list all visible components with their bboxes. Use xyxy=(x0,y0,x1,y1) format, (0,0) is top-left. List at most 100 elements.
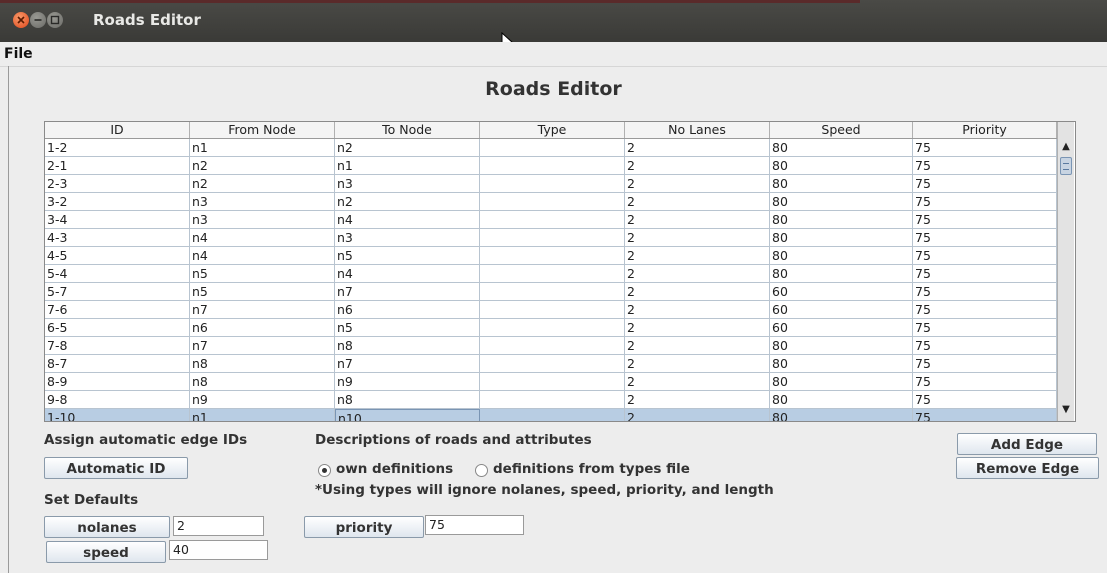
cell-from-node[interactable]: n2 xyxy=(190,157,335,175)
menu-file[interactable]: File xyxy=(4,46,33,62)
cell-from-node[interactable]: n9 xyxy=(190,391,335,409)
table-row[interactable]: 3-4 n3 n4 2 80 75 xyxy=(45,211,1057,229)
scroll-thumb[interactable] xyxy=(1060,157,1072,175)
cell-speed[interactable]: 80 xyxy=(770,247,913,265)
cell-no-lanes[interactable]: 2 xyxy=(625,283,770,301)
table-row[interactable]: 2-1 n2 n1 2 80 75 xyxy=(45,157,1057,175)
table-row[interactable]: 4-5 n4 n5 2 80 75 xyxy=(45,247,1057,265)
cell-from-node[interactable]: n1 xyxy=(190,139,335,157)
cell-no-lanes[interactable]: 2 xyxy=(625,211,770,229)
cell-type[interactable] xyxy=(480,319,625,337)
cell-to-node[interactable]: n3 xyxy=(335,175,480,193)
table-row[interactable]: 1-10 n1 n10 2 80 75 xyxy=(45,409,1057,421)
cell-to-node[interactable]: n10 xyxy=(335,409,480,421)
cell-to-node[interactable]: n7 xyxy=(335,355,480,373)
cell-priority[interactable]: 75 xyxy=(913,337,1057,355)
cell-speed[interactable]: 60 xyxy=(770,319,913,337)
cell-from-node[interactable]: n4 xyxy=(190,229,335,247)
cell-type[interactable] xyxy=(480,193,625,211)
cell-id[interactable]: 8-9 xyxy=(45,373,190,391)
scroll-up-icon[interactable]: ▲ xyxy=(1058,139,1074,155)
cell-to-node[interactable]: n5 xyxy=(335,247,480,265)
table-row[interactable]: 6-5 n6 n5 2 60 75 xyxy=(45,319,1057,337)
cell-id[interactable]: 9-8 xyxy=(45,391,190,409)
cell-type[interactable] xyxy=(480,301,625,319)
cell-priority[interactable]: 75 xyxy=(913,265,1057,283)
cell-to-node[interactable]: n5 xyxy=(335,319,480,337)
table-row[interactable]: 8-9 n8 n9 2 80 75 xyxy=(45,373,1057,391)
cell-speed[interactable]: 80 xyxy=(770,337,913,355)
column-header-no-lanes[interactable]: No Lanes xyxy=(625,122,770,138)
priority-button[interactable]: priority xyxy=(304,516,424,538)
cell-priority[interactable]: 75 xyxy=(913,409,1057,421)
cell-no-lanes[interactable]: 2 xyxy=(625,391,770,409)
cell-speed[interactable]: 80 xyxy=(770,229,913,247)
table-row[interactable]: 5-4 n5 n4 2 80 75 xyxy=(45,265,1057,283)
cell-no-lanes[interactable]: 2 xyxy=(625,409,770,421)
cell-from-node[interactable]: n2 xyxy=(190,175,335,193)
cell-no-lanes[interactable]: 2 xyxy=(625,229,770,247)
cell-priority[interactable]: 75 xyxy=(913,139,1057,157)
cell-speed[interactable]: 80 xyxy=(770,391,913,409)
cell-type[interactable] xyxy=(480,175,625,193)
cell-id[interactable]: 5-4 xyxy=(45,265,190,283)
cell-type[interactable] xyxy=(480,409,625,421)
cell-to-node[interactable]: n7 xyxy=(335,283,480,301)
cell-priority[interactable]: 75 xyxy=(913,301,1057,319)
table-row[interactable]: 4-3 n4 n3 2 80 75 xyxy=(45,229,1057,247)
cell-type[interactable] xyxy=(480,211,625,229)
cell-from-node[interactable]: n5 xyxy=(190,265,335,283)
cell-type[interactable] xyxy=(480,157,625,175)
cell-no-lanes[interactable]: 2 xyxy=(625,139,770,157)
cell-type[interactable] xyxy=(480,247,625,265)
cell-priority[interactable]: 75 xyxy=(913,157,1057,175)
remove-edge-button[interactable]: Remove Edge xyxy=(956,457,1099,479)
cell-speed[interactable]: 60 xyxy=(770,283,913,301)
cell-id[interactable]: 3-2 xyxy=(45,193,190,211)
cell-speed[interactable]: 80 xyxy=(770,265,913,283)
cell-priority[interactable]: 75 xyxy=(913,211,1057,229)
table-row[interactable]: 7-6 n7 n6 2 60 75 xyxy=(45,301,1057,319)
cell-id[interactable]: 3-4 xyxy=(45,211,190,229)
cell-priority[interactable]: 75 xyxy=(913,373,1057,391)
cell-speed[interactable]: 80 xyxy=(770,193,913,211)
cell-priority[interactable]: 75 xyxy=(913,319,1057,337)
cell-type[interactable] xyxy=(480,391,625,409)
cell-id[interactable]: 4-3 xyxy=(45,229,190,247)
cell-to-node[interactable]: n4 xyxy=(335,265,480,283)
cell-to-node[interactable]: n1 xyxy=(335,157,480,175)
cell-to-node[interactable]: n8 xyxy=(335,337,480,355)
cell-no-lanes[interactable]: 2 xyxy=(625,193,770,211)
cell-from-node[interactable]: n1 xyxy=(190,409,335,421)
cell-type[interactable] xyxy=(480,355,625,373)
cell-type[interactable] xyxy=(480,265,625,283)
cell-speed[interactable]: 80 xyxy=(770,355,913,373)
nolanes-field[interactable]: 2 xyxy=(173,516,264,536)
cell-type[interactable] xyxy=(480,283,625,301)
cell-id[interactable]: 2-1 xyxy=(45,157,190,175)
cell-to-node[interactable]: n3 xyxy=(335,229,480,247)
column-header-priority[interactable]: Priority xyxy=(913,122,1057,138)
cell-from-node[interactable]: n4 xyxy=(190,247,335,265)
cell-no-lanes[interactable]: 2 xyxy=(625,319,770,337)
table-scrollbar[interactable]: ▲ ▼ xyxy=(1057,122,1074,421)
types-file-radio[interactable] xyxy=(475,464,488,477)
priority-field[interactable]: 75 xyxy=(425,515,524,535)
cell-id[interactable]: 5-7 xyxy=(45,283,190,301)
table-row[interactable]: 3-2 n3 n2 2 80 75 xyxy=(45,193,1057,211)
cell-from-node[interactable]: n6 xyxy=(190,319,335,337)
maximize-window-button[interactable] xyxy=(47,12,63,28)
cell-id[interactable]: 8-7 xyxy=(45,355,190,373)
cell-type[interactable] xyxy=(480,373,625,391)
cell-no-lanes[interactable]: 2 xyxy=(625,175,770,193)
column-header-type[interactable]: Type xyxy=(480,122,625,138)
cell-from-node[interactable]: n3 xyxy=(190,211,335,229)
cell-to-node[interactable]: n4 xyxy=(335,211,480,229)
cell-speed[interactable]: 60 xyxy=(770,301,913,319)
cell-to-node[interactable]: n8 xyxy=(335,391,480,409)
cell-id[interactable]: 7-6 xyxy=(45,301,190,319)
cell-priority[interactable]: 75 xyxy=(913,283,1057,301)
cell-from-node[interactable]: n8 xyxy=(190,373,335,391)
nolanes-button[interactable]: nolanes xyxy=(44,516,170,538)
table-row[interactable]: 1-2 n1 n2 2 80 75 xyxy=(45,139,1057,157)
